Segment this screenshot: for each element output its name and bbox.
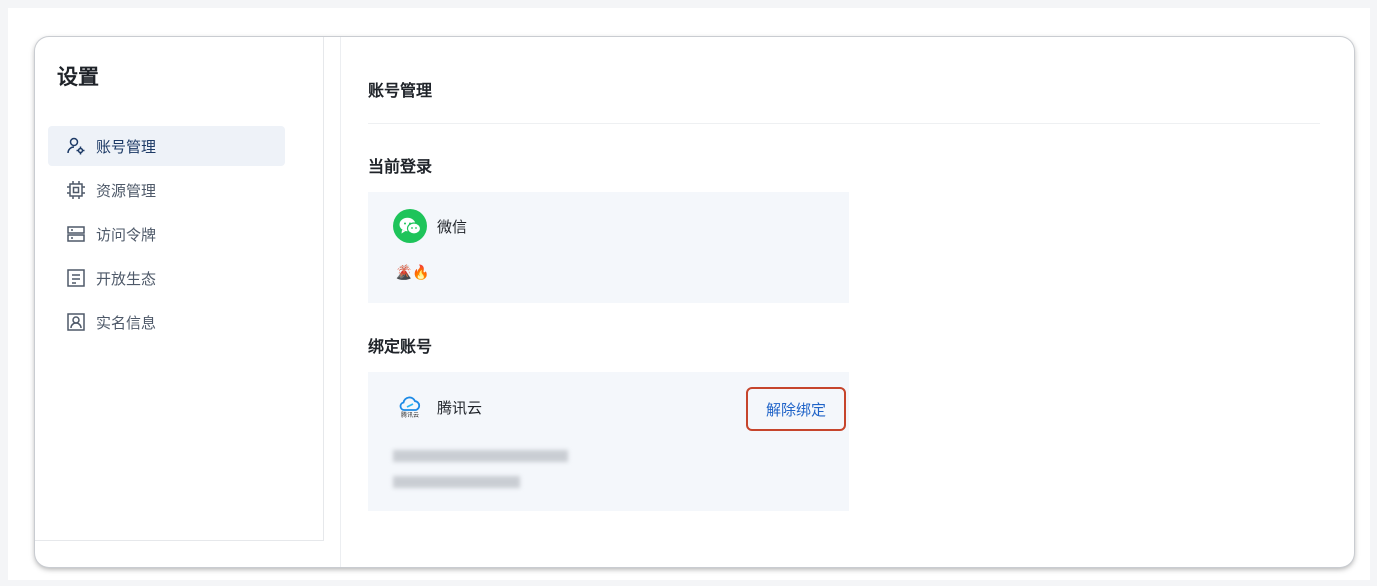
sidebar-title: 设置 bbox=[57, 65, 99, 89]
current-login-card: 微信 🌋🔥 bbox=[368, 192, 849, 303]
current-login-title: 当前登录 bbox=[368, 157, 433, 176]
title-divider bbox=[368, 123, 1320, 124]
sidebar-item-access-token[interactable]: 访问令牌 bbox=[48, 214, 285, 254]
current-login-provider-row: 微信 bbox=[393, 209, 467, 243]
document-icon bbox=[66, 268, 86, 288]
chip-icon bbox=[66, 180, 86, 200]
sidebar-item-resource-management[interactable]: 资源管理 bbox=[48, 170, 285, 210]
current-login-provider-name: 微信 bbox=[437, 217, 468, 236]
sidebar-divider bbox=[340, 37, 341, 567]
sidebar-item-label: 开放生态 bbox=[96, 269, 157, 288]
redacted-account-detail bbox=[393, 476, 520, 488]
bound-account-card: 腾讯云 腾讯云 解除绑定 bbox=[368, 372, 849, 511]
sidebar-item-label: 资源管理 bbox=[96, 181, 157, 200]
sidebar-item-label: 访问令牌 bbox=[96, 225, 157, 244]
current-login-nickname: 🌋🔥 bbox=[395, 265, 430, 281]
user-settings-icon bbox=[66, 136, 86, 156]
sidebar-item-label: 账号管理 bbox=[96, 137, 157, 156]
sidebar-item-real-name-info[interactable]: 实名信息 bbox=[48, 302, 285, 342]
unbind-button[interactable]: 解除绑定 bbox=[746, 387, 846, 431]
id-card-icon bbox=[66, 312, 86, 332]
sidebar-item-account-management[interactable]: 账号管理 bbox=[48, 126, 285, 166]
bound-account-provider-row: 腾讯云 腾讯云 bbox=[393, 390, 482, 424]
server-icon bbox=[66, 224, 86, 244]
settings-window: 设置 账号管理 资源管理 访问令牌 开放生态 实名信息 账号管理 当前登录 微信… bbox=[35, 37, 1354, 567]
tencent-cloud-logo-caption: 腾讯云 bbox=[400, 411, 419, 419]
sidebar: 设置 账号管理 资源管理 访问令牌 开放生态 实名信息 bbox=[35, 37, 324, 541]
sidebar-item-label: 实名信息 bbox=[96, 313, 157, 332]
wechat-icon bbox=[393, 209, 427, 243]
main-content: 账号管理 当前登录 微信 🌋🔥 绑定账号 腾讯云 腾讯云 解除绑定 bbox=[368, 37, 1320, 567]
bound-accounts-title: 绑定账号 bbox=[368, 337, 433, 356]
page-title: 账号管理 bbox=[368, 81, 433, 100]
bound-account-provider-name: 腾讯云 bbox=[437, 398, 483, 417]
sidebar-nav: 账号管理 资源管理 访问令牌 开放生态 实名信息 bbox=[48, 126, 285, 346]
tencent-cloud-icon: 腾讯云 bbox=[393, 390, 427, 424]
redacted-account-id bbox=[393, 450, 568, 462]
sidebar-item-open-ecosystem[interactable]: 开放生态 bbox=[48, 258, 285, 298]
